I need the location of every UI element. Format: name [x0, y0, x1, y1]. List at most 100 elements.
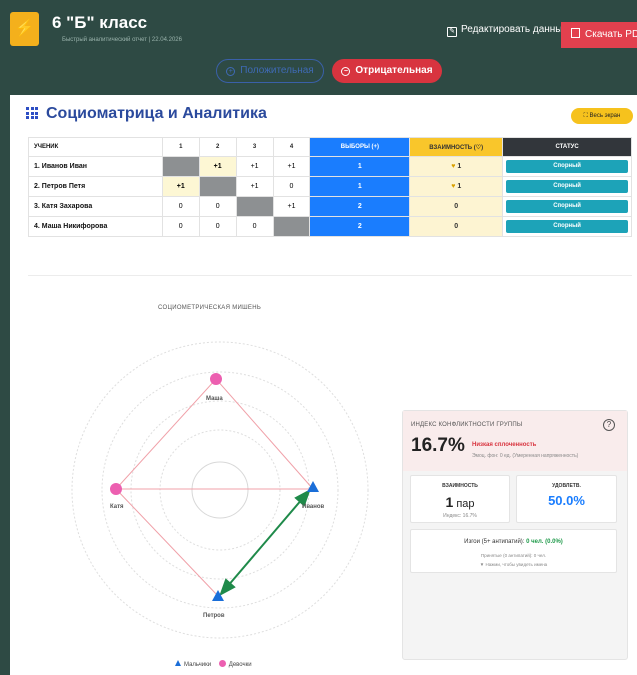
- choices-count: 1: [309, 176, 411, 197]
- target-ring-2: [130, 400, 310, 580]
- target-title: СОЦИОМЕТРИЧЕСКАЯ МИШЕНЬ: [158, 305, 262, 311]
- header-mutual: ВЗАИМНОСТЬ (♡): [409, 137, 504, 157]
- choices-count: 2: [309, 196, 411, 217]
- target-links: [115, 378, 314, 597]
- matrix-cell[interactable]: 0: [272, 176, 311, 197]
- negative-mode-button[interactable]: − Отрицательная: [332, 59, 442, 83]
- header-col-1: 1: [161, 137, 200, 157]
- table-row: 2. Петров Петя +1 +1 0 1 ♥ 1 Спорный: [28, 176, 632, 197]
- negative-mode-label: Отрицательная: [355, 65, 433, 76]
- status-badge: Спорный: [506, 180, 628, 193]
- matrix-cell[interactable]: +1: [235, 156, 274, 177]
- stats-panel: ИНДЕКС КОНФЛИКТНОСТИ ГРУППЫ ? 16.7% Низк…: [402, 410, 628, 660]
- mutual-unit: пар: [456, 498, 475, 510]
- node-masha[interactable]: [210, 373, 222, 385]
- node-ivanov[interactable]: [307, 481, 319, 492]
- conflict-index-label: ИНДЕКС КОНФЛИКТНОСТИ ГРУППЫ: [411, 422, 523, 428]
- status-cell: Спорный: [502, 156, 632, 177]
- table-header-row: УЧЕНИК 1 2 3 4 ВЫБОРЫ (+) ВЗАИМНОСТЬ (♡)…: [28, 137, 632, 157]
- status-badge: Спорный: [506, 200, 628, 213]
- link-masha-ivanov: [215, 378, 314, 490]
- header-col-2: 2: [198, 137, 237, 157]
- mutual-count: ♥ 1: [409, 156, 504, 177]
- outcasts-box[interactable]: Изгои (5+ антипатий): 0 чел. (0.0%) Прин…: [410, 529, 617, 573]
- plus-circle-icon: +: [226, 67, 236, 76]
- bolt-icon: ⚡: [10, 12, 39, 46]
- satisfaction-value: 50.0%: [548, 493, 585, 508]
- matrix-cell[interactable]: 0: [198, 196, 237, 217]
- show-names-hint[interactable]: ▼ Нажми, чтобы увидеть имена: [411, 562, 616, 567]
- matrix-cell-self: [161, 156, 200, 177]
- mutual-count: 0: [409, 216, 504, 237]
- matrix-cell[interactable]: +1: [272, 196, 311, 217]
- header-choices: ВЫБОРЫ (+): [309, 137, 411, 157]
- conflict-index-value: 16.7%: [411, 435, 465, 456]
- girls-marker-icon: [218, 660, 226, 667]
- link-masha-katya: [115, 378, 217, 490]
- mutual-count: ♥ 1: [409, 176, 504, 197]
- matrix-cell-self: [235, 196, 274, 217]
- matrix-cell[interactable]: +1: [235, 176, 274, 197]
- page-subtitle: Быстрый аналитический отчет | 22.04.2026: [62, 37, 182, 43]
- conflict-index-block: ИНДЕКС КОНФЛИКТНОСТИ ГРУППЫ ? 16.7% Низк…: [403, 411, 627, 471]
- download-pdf-label: Скачать PDF: [585, 29, 637, 40]
- section-title: Социоматрица и Аналитика: [46, 105, 267, 122]
- edit-icon: ✎: [447, 27, 457, 37]
- matrix-cell[interactable]: +1: [161, 176, 200, 197]
- table-row: 4. Маша Никифорова 0 0 0 2 0 Спорный: [28, 216, 632, 237]
- sociometric-target: Маша Катя Иванов Петров: [71, 341, 369, 639]
- status-cell: Спорный: [502, 196, 632, 217]
- fullscreen-label: Весь экран: [589, 113, 621, 119]
- choices-count: 2: [309, 216, 411, 237]
- help-icon[interactable]: ?: [603, 419, 615, 431]
- conflict-index-note: Эмоц. фон: 0 ед. (Умеренная напряженност…: [472, 453, 579, 459]
- target-ring-1: [159, 429, 281, 551]
- student-name: 4. Маша Никифорова: [28, 216, 163, 237]
- outcasts-line: Изгои (5+ антипатий): 0 чел. (0.0%): [411, 539, 616, 545]
- fullscreen-button[interactable]: ⛶ Весь экран: [571, 108, 633, 124]
- header-student: УЧЕНИК: [28, 137, 163, 157]
- matrix-cell[interactable]: 0: [198, 216, 237, 237]
- pdf-icon: [571, 28, 580, 38]
- table-row: 3. Катя Захарова 0 0 +1 2 0 Спорный: [28, 196, 632, 217]
- mutual-box: ВЗАИМНОСТЬ 1 пар Индекс: 16.7%: [410, 475, 510, 523]
- grid-icon: [26, 107, 38, 119]
- table-row: 1. Иванов Иван +1 +1 +1 1 ♥ 1 Спорный: [28, 156, 632, 177]
- minus-circle-icon: −: [341, 67, 351, 76]
- edit-data-button[interactable]: ✎ Редактировать данные: [447, 24, 568, 37]
- matrix-cell[interactable]: +1: [272, 156, 311, 177]
- accepted-line: Принятые (0 антипатий): 0 чел.: [480, 553, 547, 558]
- mutual-value-line: 1 пар: [411, 494, 509, 510]
- legend-boys: Мальчики: [184, 662, 212, 668]
- mutual-link: [219, 488, 311, 597]
- target-ring-center: [191, 461, 249, 519]
- node-katya[interactable]: [110, 483, 122, 495]
- boys-marker-icon: [175, 660, 181, 666]
- edit-data-label: Редактировать данные: [461, 24, 569, 35]
- positive-mode-button[interactable]: + Положительная: [216, 59, 324, 83]
- satisfaction-label: УДОВЛЕТВ.: [552, 483, 581, 489]
- header-col-3: 3: [235, 137, 274, 157]
- download-pdf-button[interactable]: Скачать PDF: [561, 22, 637, 48]
- header-status: СТАТУС: [502, 137, 632, 157]
- matrix-cell[interactable]: 0: [161, 196, 200, 217]
- matrix-cell[interactable]: 0: [235, 216, 274, 237]
- student-name: 2. Петров Петя: [28, 176, 163, 197]
- matrix-cell[interactable]: 0: [161, 216, 200, 237]
- mutual-count: 0: [409, 196, 504, 217]
- satisfaction-box: УДОВЛЕТВ. 50.0%: [516, 475, 617, 523]
- mutual-label: ВЗАИМНОСТЬ: [442, 483, 478, 489]
- matrix-cell[interactable]: +1: [198, 156, 237, 177]
- target-ring-3: [101, 371, 339, 609]
- matrix-cell-self: [198, 176, 237, 197]
- sociomatrix-table: УЧЕНИК 1 2 3 4 ВЫБОРЫ (+) ВЗАИМНОСТЬ (♡)…: [28, 137, 632, 237]
- header: ⚡ 6 "Б" класс Быстрый аналитический отче…: [10, 12, 637, 52]
- node-label-petrov: Петров: [203, 613, 225, 619]
- conflict-index-status: Низкая сплоченность: [472, 442, 537, 448]
- outcasts-label: Изгои (5+ антипатий):: [464, 539, 525, 545]
- page-title: 6 "Б" класс: [52, 13, 148, 32]
- student-name: 3. Катя Захарова: [28, 196, 163, 217]
- status-cell: Спорный: [502, 176, 632, 197]
- outcasts-value: 0 чел. (0.0%): [526, 539, 563, 545]
- status-cell: Спорный: [502, 216, 632, 237]
